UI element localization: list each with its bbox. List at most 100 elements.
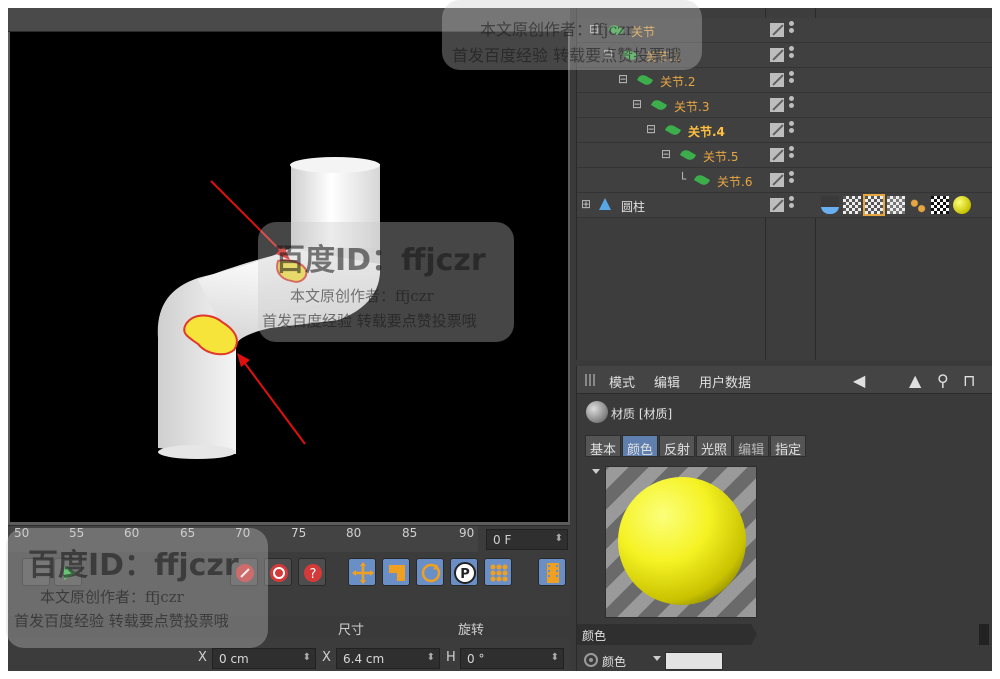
tree-expand-icon[interactable]: ⊟ (632, 97, 642, 111)
object-row-joint-6[interactable]: └ 关节.6 (577, 168, 992, 193)
object-name: 关节.4 (688, 125, 725, 139)
svg-text:?: ? (310, 567, 317, 582)
visibility-dots-icon[interactable] (789, 196, 795, 214)
display-tag-icon[interactable] (770, 48, 784, 62)
attribute-menubar: 模式 编辑 用户数据 ◀ ▲ ⚲ ⊓ (577, 366, 992, 394)
tick-label: 85 (402, 526, 418, 540)
tick-label: 75 (291, 526, 307, 540)
visibility-dots-icon[interactable] (789, 71, 795, 89)
texture-tag-icon[interactable] (843, 196, 861, 214)
size-header: 尺寸 (338, 623, 365, 638)
rotation-h-field[interactable]: 0 ° ⬍ (460, 648, 564, 669)
back-arrow-icon[interactable]: ◀ (853, 371, 865, 390)
preview-menu-arrow-icon[interactable] (592, 469, 600, 474)
size-x-field[interactable]: 6.4 cm ⬍ (336, 648, 440, 669)
visibility-dots-icon[interactable] (789, 96, 795, 114)
search-icon[interactable]: ⚲ (937, 371, 949, 390)
display-tag-icon[interactable] (770, 98, 784, 112)
display-tag-icon[interactable] (770, 123, 784, 137)
object-row-joint-3[interactable]: ⊟ 关节.3 (577, 93, 992, 118)
question-icon: ? (304, 564, 322, 582)
spinner-arrows-icon[interactable]: ⬍ (427, 652, 435, 663)
watermark-text: 首发百度经验 转载要点赞投票哦 (262, 312, 477, 330)
scale-tool-button[interactable] (382, 558, 410, 586)
rotate-icon (421, 563, 441, 583)
film-strip-icon (547, 563, 559, 583)
tab-reflectance[interactable]: 反射 (659, 435, 696, 458)
visibility-dots-icon[interactable] (789, 121, 795, 139)
up-arrow-icon[interactable]: ▲ (909, 371, 921, 390)
color-param-label: 颜色 (602, 655, 627, 669)
watermark-text: 本文原创作者：ffjczr (290, 287, 434, 305)
joint-weight-tag-icon[interactable] (909, 196, 927, 214)
object-row-cylinder[interactable]: ⊞ 圆柱 (577, 193, 992, 218)
material-tabs: 基本 颜色 反射 光照 编辑 指定 (585, 435, 807, 458)
texture-tag-icon[interactable] (887, 196, 905, 214)
current-frame-field[interactable]: 0 F ⬍ (486, 529, 568, 550)
display-tag-icon[interactable] (770, 198, 784, 212)
visibility-dots-icon[interactable] (789, 171, 795, 189)
menu-mode[interactable]: 模式 (609, 372, 635, 391)
tree-expand-icon[interactable]: ⊟ (618, 72, 628, 86)
timeline-window-button[interactable] (538, 558, 566, 586)
joint-icon (664, 123, 682, 137)
object-row-joint-4[interactable]: ⊟ 关节.4 (577, 118, 992, 143)
texture-tag-selected-icon[interactable] (863, 194, 885, 216)
ik-tag-icon[interactable] (821, 196, 839, 214)
tick-label: 80 (346, 526, 362, 540)
keyframe-help-button[interactable]: ? (298, 558, 326, 586)
tab-color[interactable]: 颜色 (622, 435, 659, 458)
visibility-dots-icon[interactable] (789, 46, 795, 64)
material-tag-icon[interactable] (953, 196, 971, 214)
size-x-label: X (322, 650, 331, 665)
move-tool-button[interactable] (348, 558, 376, 586)
joint-icon (636, 73, 654, 87)
tree-branch-icon: └ (679, 172, 687, 186)
display-tag-icon[interactable] (770, 148, 784, 162)
panel-grip-icon[interactable] (585, 374, 597, 386)
spinner-arrows-icon[interactable]: ⬍ (303, 652, 311, 663)
tree-expand-icon[interactable]: ⊟ (646, 122, 656, 136)
scrollbar[interactable] (979, 624, 989, 645)
tab-assign[interactable]: 指定 (770, 435, 807, 458)
svg-text:P: P (460, 567, 470, 582)
texture-tag-icon[interactable] (931, 196, 949, 214)
spinner-arrows-icon[interactable]: ⬍ (555, 533, 563, 544)
object-row-joint-5[interactable]: ⊟ 关节.5 (577, 143, 992, 168)
display-tag-icon[interactable] (770, 73, 784, 87)
tab-basic[interactable]: 基本 (585, 435, 622, 458)
material-icon (586, 401, 608, 423)
rotation-header: 旋转 (458, 623, 485, 638)
section-title: 颜色 (582, 629, 607, 643)
spinner-arrows-icon[interactable]: ⬍ (551, 652, 559, 663)
display-tag-icon[interactable] (770, 23, 784, 37)
coordinates-row: X 0 cm ⬍ X 6.4 cm ⬍ H 0 ° ⬍ (8, 646, 570, 670)
menu-user-data[interactable]: 用户数据 (699, 372, 751, 391)
visibility-dots-icon[interactable] (789, 146, 795, 164)
color-expand-icon[interactable] (653, 656, 661, 661)
p-icon: P (454, 562, 476, 584)
visibility-dots-icon[interactable] (789, 21, 795, 39)
tab-illumination[interactable]: 光照 (696, 435, 733, 458)
joint-icon (650, 98, 668, 112)
object-row-joint-2[interactable]: ⊟ 关节.2 (577, 68, 992, 93)
color-section-header[interactable]: 颜色 (577, 624, 757, 645)
autokey-button[interactable] (264, 558, 292, 586)
parameter-key-button[interactable]: P (450, 558, 478, 586)
point-level-button[interactable] (484, 558, 512, 586)
menu-edit[interactable]: 编辑 (654, 372, 680, 391)
lock-icon[interactable]: ⊓ (963, 371, 975, 390)
tree-expand-icon[interactable]: ⊞ (581, 197, 591, 211)
position-x-field[interactable]: 0 cm ⬍ (212, 648, 316, 669)
watermark-text: 首发百度经验 转载要点赞投票哦 (14, 612, 229, 630)
display-tag-icon[interactable] (770, 173, 784, 187)
tab-editor[interactable]: 编辑 (733, 435, 770, 458)
color-parameter-row: 颜色 (577, 649, 992, 671)
grid-dots-icon (490, 564, 508, 582)
color-swatch[interactable] (665, 652, 723, 670)
rotate-tool-button[interactable] (416, 558, 444, 586)
tree-expand-icon[interactable]: ⊟ (661, 147, 671, 161)
material-preview[interactable] (605, 466, 757, 618)
color-radio[interactable] (584, 653, 598, 667)
cylinder-icon (599, 198, 611, 210)
